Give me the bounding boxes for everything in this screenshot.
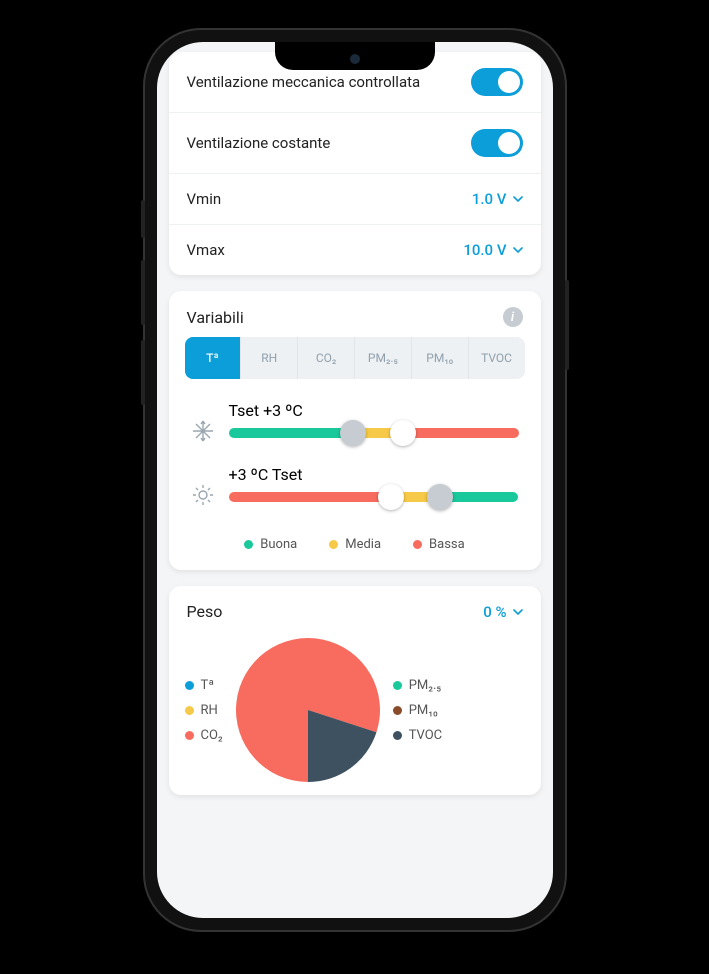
chevron-down-icon — [513, 194, 523, 204]
heat-handle-offset[interactable] — [378, 484, 404, 510]
vmin-value-text: 1.0 V — [472, 190, 507, 208]
peso-title: Peso — [187, 602, 223, 621]
peso-header: Peso 0 % — [169, 586, 541, 631]
phone-notch — [275, 42, 435, 70]
vmax-value[interactable]: 10.0 V — [463, 241, 522, 259]
side-button-voldown — [141, 340, 145, 405]
side-button-mute — [141, 200, 145, 238]
tab-tvoc[interactable]: TVOC — [469, 337, 525, 379]
chevron-down-icon — [513, 245, 523, 255]
side-button-volup — [141, 260, 145, 325]
settings-card: Ventilazione meccanica controllata Venti… — [169, 52, 541, 275]
info-icon[interactable]: i — [503, 307, 523, 327]
legend-low: Bassa — [413, 537, 465, 552]
legend-mid: Media — [329, 537, 381, 552]
peso-value[interactable]: 0 % — [483, 603, 522, 621]
slider-cooling: Tset +3 ºC — [169, 401, 541, 465]
vmc-label: Ventilazione meccanica controllata — [187, 73, 421, 91]
legend-good: Buona — [244, 537, 297, 552]
vmc-toggle[interactable] — [471, 68, 523, 96]
sun-icon — [191, 483, 217, 511]
cool-handle-tset[interactable] — [340, 420, 366, 446]
variables-title: Variabili — [187, 308, 244, 327]
heat-handle-tset[interactable] — [427, 484, 453, 510]
phone-frame: Ventilazione meccanica controllata Venti… — [145, 30, 565, 930]
tab-pm25[interactable]: PM₂.₅ — [355, 337, 412, 379]
tab-co2[interactable]: CO₂ — [298, 337, 355, 379]
variable-tabs: Tª RH CO₂ PM₂.₅ PM₁₀ TVOC — [185, 337, 525, 379]
peso-legend-left: Tª RH CO₂ — [185, 678, 223, 743]
peso-leg-co2: CO₂ — [185, 728, 223, 743]
peso-leg-tvoc: TVOC — [393, 728, 442, 743]
cool-label-tset: Tset — [229, 401, 260, 420]
quality-legend: Buona Media Bassa — [169, 529, 541, 570]
peso-leg-pm25: PM₂.₅ — [393, 678, 442, 693]
vconst-toggle[interactable] — [471, 129, 523, 157]
side-button-power — [565, 280, 569, 370]
snowflake-icon — [191, 419, 217, 447]
heat-label-offset: +3 ºC — [229, 465, 269, 484]
slider-heating: +3 ºC Tset — [169, 465, 541, 529]
cool-label-offset: +3 ºC — [263, 401, 303, 420]
tab-pm10[interactable]: PM₁₀ — [412, 337, 469, 379]
vmin-value[interactable]: 1.0 V — [472, 190, 523, 208]
cool-track[interactable] — [229, 428, 519, 438]
peso-legend-right: PM₂.₅ PM₁₀ TVOC — [393, 678, 442, 743]
variables-card: Variabili i Tª RH CO₂ PM₂.₅ PM₁₀ TVOC Ts… — [169, 291, 541, 570]
heat-track[interactable] — [229, 492, 519, 502]
vmin-label: Vmin — [187, 190, 222, 208]
peso-card: Peso 0 % Tª RH CO₂ — [169, 586, 541, 795]
chevron-down-icon — [513, 607, 523, 617]
row-vconst: Ventilazione costante — [169, 112, 541, 173]
cool-handle-offset[interactable] — [390, 420, 416, 446]
tab-temperature[interactable]: Tª — [185, 337, 242, 379]
tab-rh[interactable]: RH — [241, 337, 298, 379]
vmax-value-text: 10.0 V — [463, 241, 506, 259]
row-vmin[interactable]: Vmin 1.0 V — [169, 173, 541, 224]
peso-leg-pm10: PM₁₀ — [393, 703, 442, 718]
peso-pie-chart — [233, 635, 383, 785]
peso-leg-temp: Tª — [185, 678, 223, 693]
vmax-label: Vmax — [187, 241, 225, 259]
peso-value-text: 0 % — [483, 603, 506, 621]
row-vmax[interactable]: Vmax 10.0 V — [169, 224, 541, 275]
heat-label-tset: Tset — [272, 465, 303, 484]
peso-leg-rh: RH — [185, 703, 223, 718]
vconst-label: Ventilazione costante — [187, 134, 331, 152]
phone-screen: Ventilazione meccanica controllata Venti… — [157, 42, 553, 918]
variables-header: Variabili i — [169, 291, 541, 337]
